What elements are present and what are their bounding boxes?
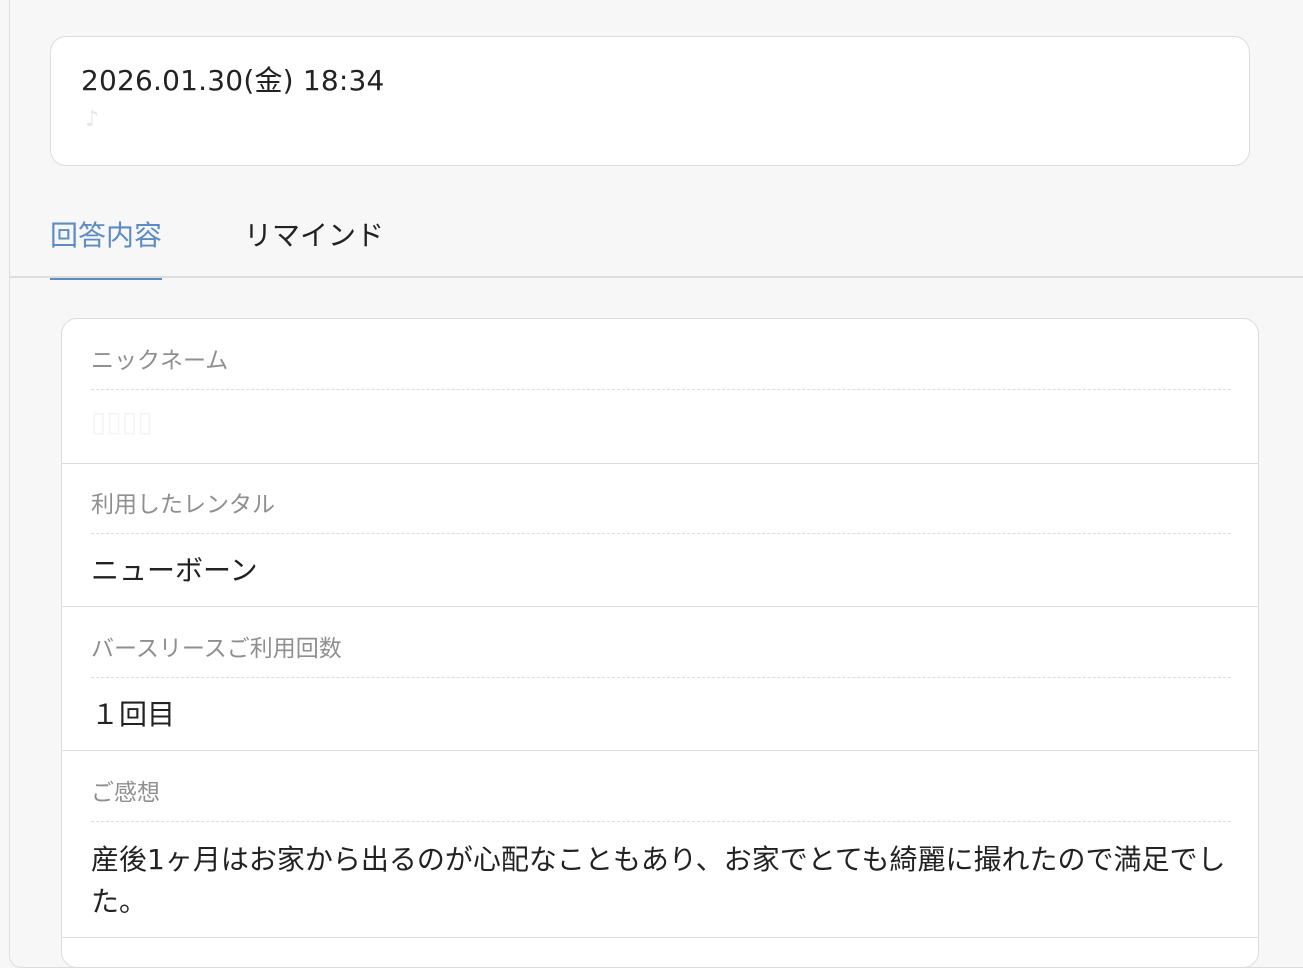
answer-value: 産後1ヶ月はお家から出るのが心配なこともあり、お家でとても綺麗に撮れたので満足で… xyxy=(91,843,1226,918)
answer-row-nickname: ニックネーム ▯▯▯▯ xyxy=(62,319,1258,464)
tab-answers[interactable]: 回答内容 xyxy=(50,214,163,280)
tab-divider xyxy=(9,276,1303,278)
answer-divider xyxy=(91,389,1231,390)
answer-label: ご感想 xyxy=(91,780,160,806)
submission-datetime: 2026.01.30(金) 18:34 xyxy=(81,64,385,97)
date-card: 2026.01.30(金) 18:34 ♪ xyxy=(50,36,1250,166)
answer-divider xyxy=(91,677,1231,678)
answer-value-redacted: ▯▯▯▯ xyxy=(91,405,153,438)
answer-value: ニューボーン xyxy=(91,554,258,587)
answer-divider xyxy=(91,821,1231,822)
answer-label: ニックネーム xyxy=(91,348,229,374)
answers-card: ニックネーム ▯▯▯▯ 利用したレンタル ニューボーン バースリースご利用回数 … xyxy=(61,318,1259,968)
answer-label: バースリースご利用回数 xyxy=(91,636,342,662)
answer-label: 利用したレンタル xyxy=(91,492,275,518)
answer-row-usage-count: バースリースご利用回数 １回目 xyxy=(62,607,1258,751)
date-card-subtext: ♪ xyxy=(85,107,100,132)
answer-divider xyxy=(91,533,1231,534)
tab-remind[interactable]: リマインド xyxy=(244,214,384,276)
answer-value: １回目 xyxy=(91,698,176,731)
answer-row-impressions: ご感想 産後1ヶ月はお家から出るのが心配なこともあり、お家でとても綺麗に撮れたの… xyxy=(62,751,1258,938)
answer-row-rental: 利用したレンタル ニューボーン xyxy=(62,463,1258,607)
